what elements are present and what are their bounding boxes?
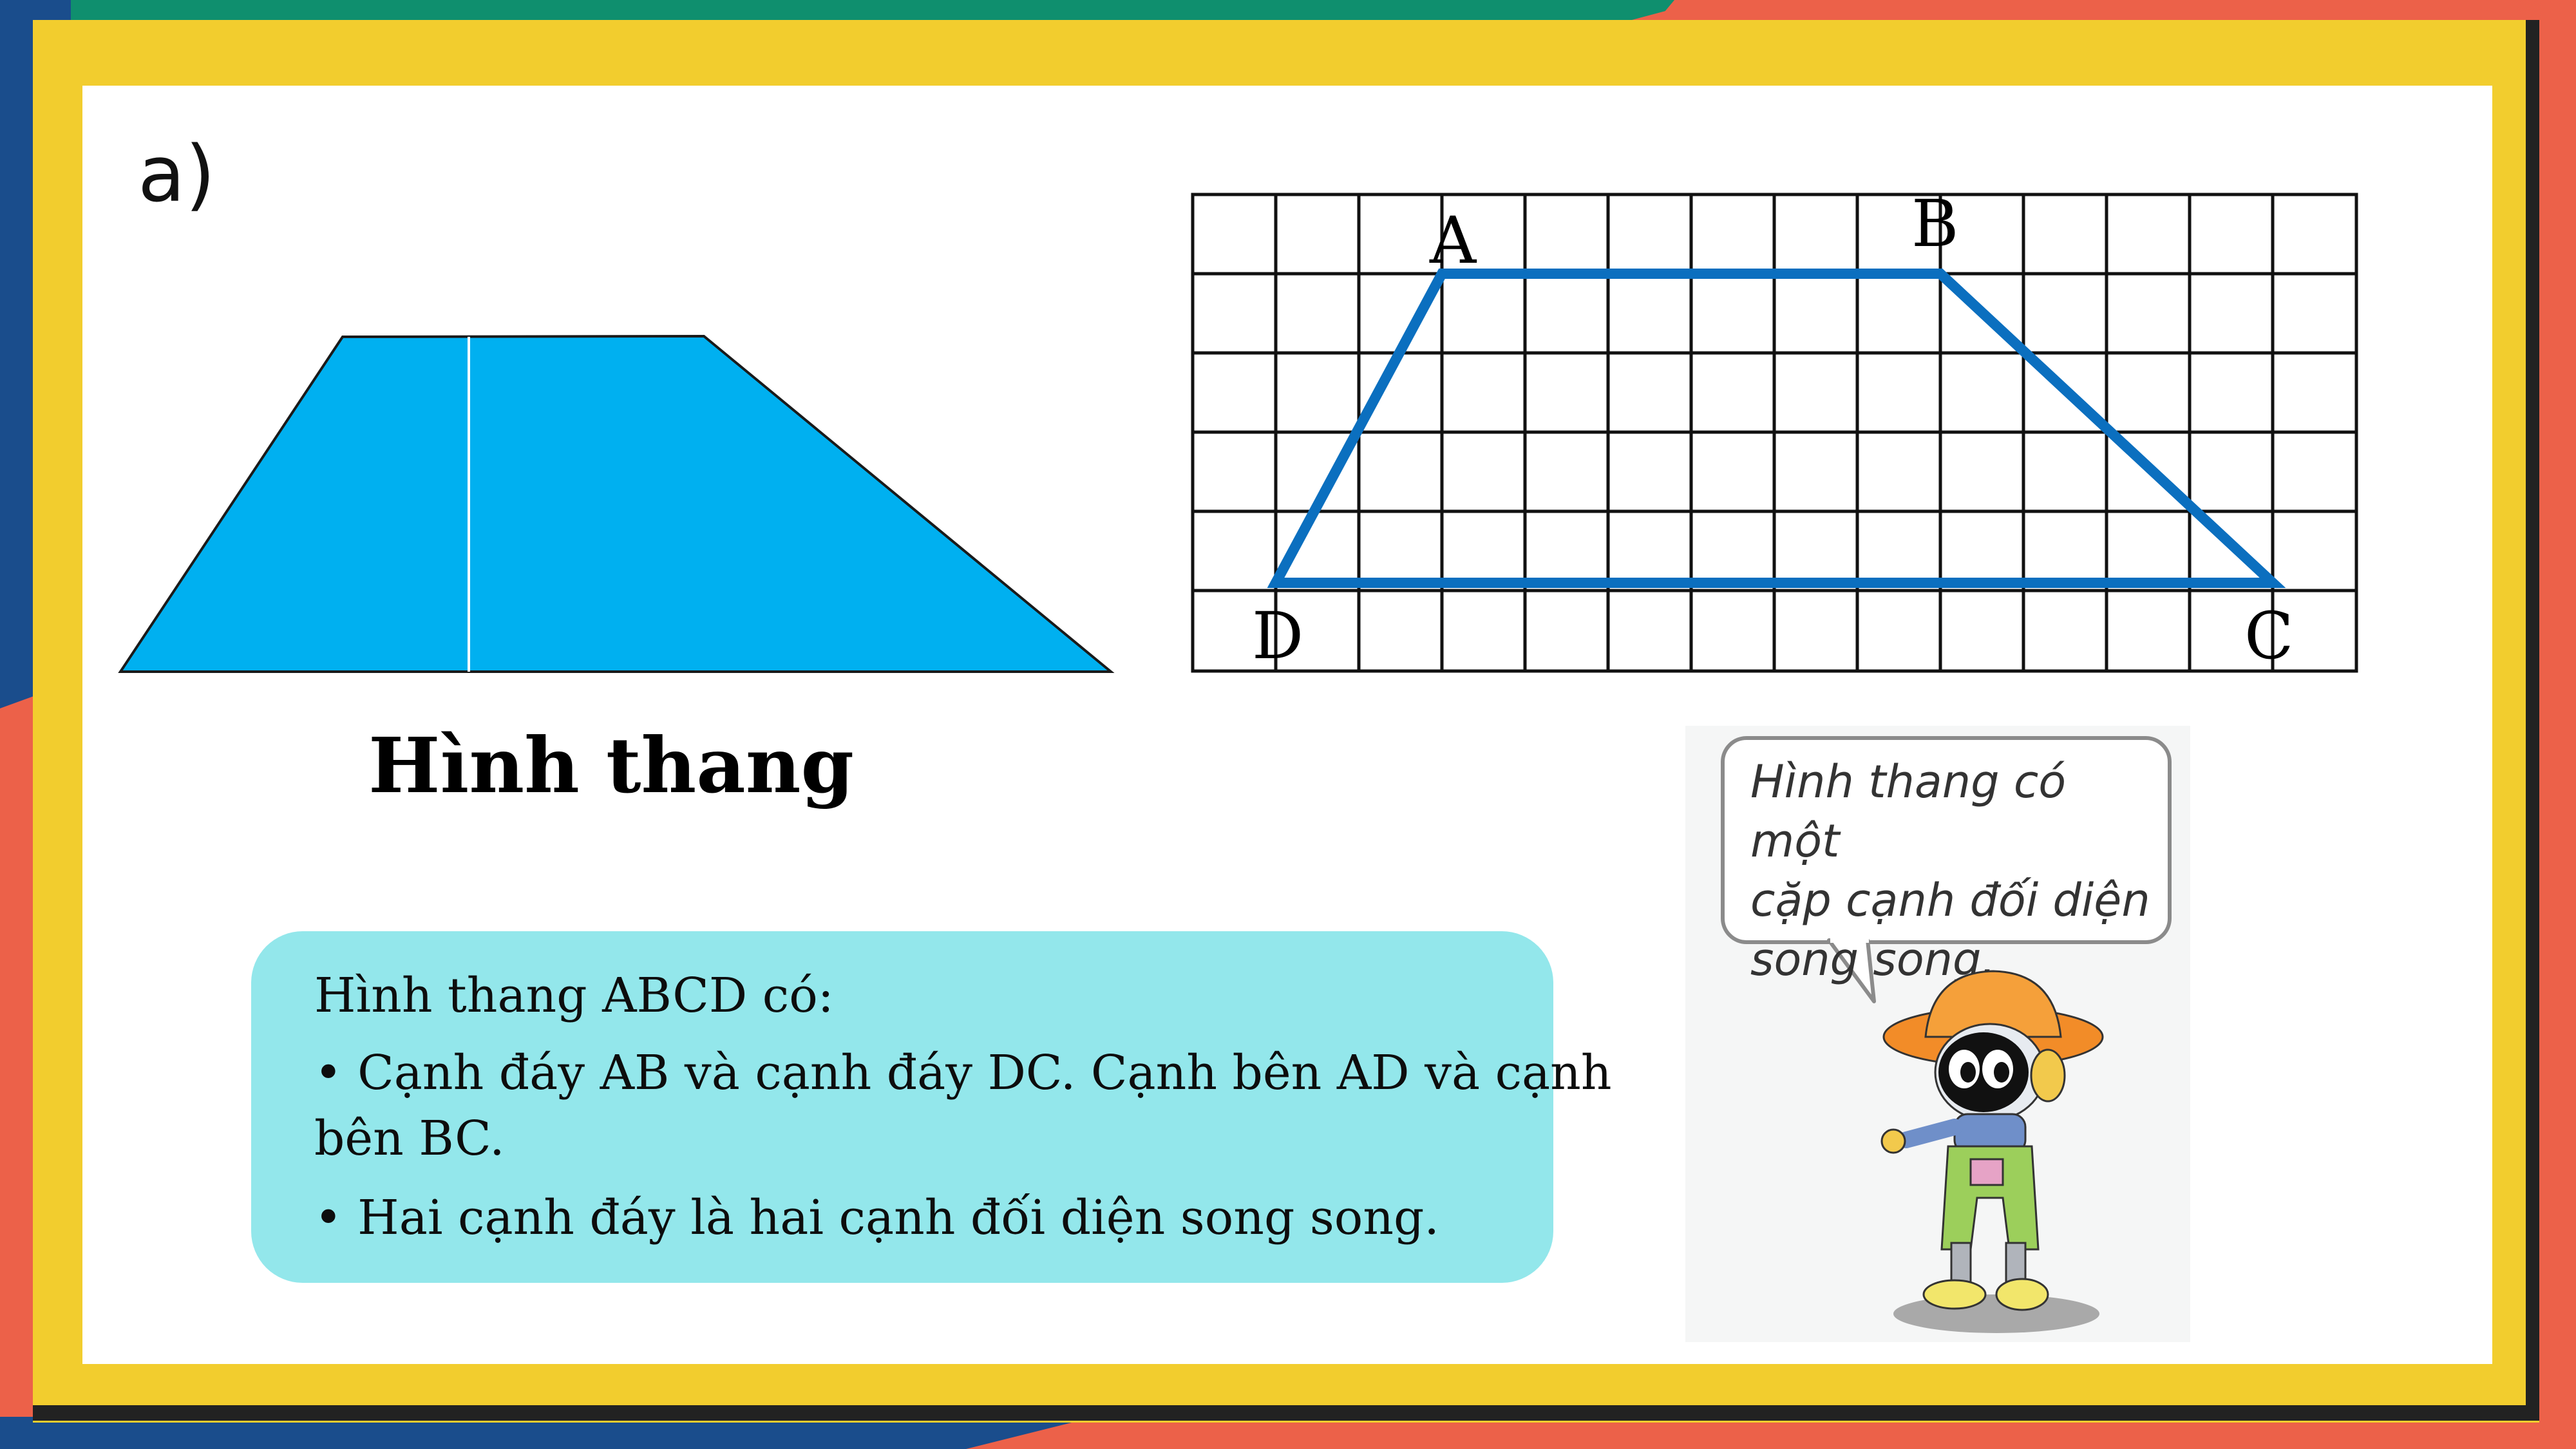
vertex-c-label: C [2244, 598, 2294, 674]
bubble-line-2: cặp cạnh đối diện [1750, 874, 2150, 927]
definition-heading: Hình thang ABCD có: [314, 968, 834, 1023]
robot-character-icon [1880, 970, 2104, 1333]
frame-shadow-right [2526, 20, 2539, 1421]
vertex-d-label: D [1252, 598, 1303, 674]
part-label: a) [138, 130, 216, 220]
definition-line-2: • Hai cạnh đáy là hai cạnh đối diện song… [314, 1190, 1439, 1245]
frame-shadow-bottom [33, 1405, 2539, 1421]
trapezoid-shape [118, 334, 1115, 673]
vertex-b-label: B [1911, 187, 1959, 261]
vertex-a-label: A [1429, 203, 1477, 278]
bubble-line-1: Hình thang có một [1750, 755, 2067, 867]
definition-line-1-continued: bên BC. [314, 1111, 505, 1166]
definition-line-1: • Cạnh đáy AB và cạnh đáy DC. Cạnh bên A… [314, 1045, 1612, 1101]
shape-title: Hình thang [368, 721, 855, 810]
grid-lines [1191, 193, 2358, 673]
grid-figure: A B C D [1191, 187, 2358, 674]
speech-bubble-text: Hình thang có một cặp cạnh đối diện song… [1750, 752, 2163, 989]
